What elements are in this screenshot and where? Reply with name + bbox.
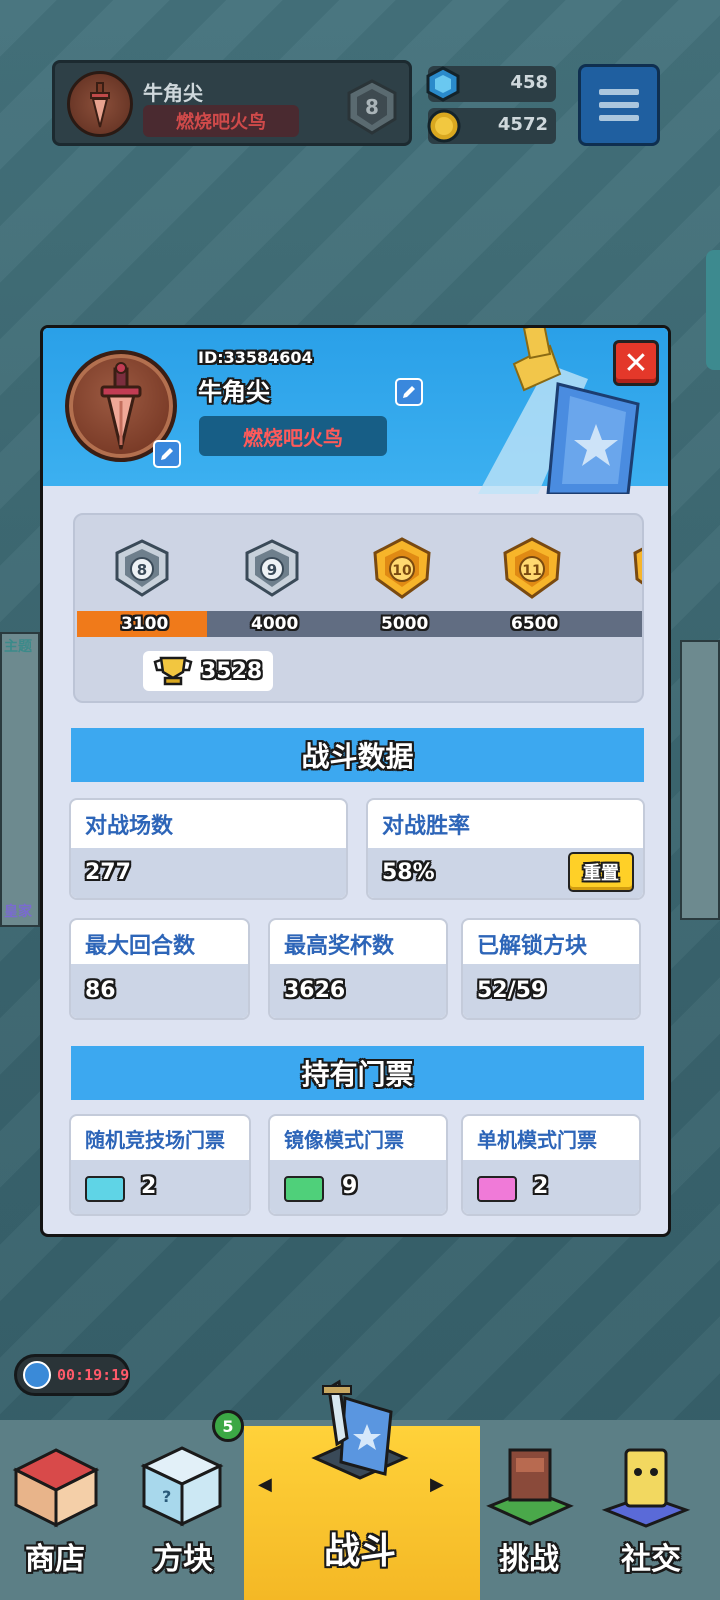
rank-10-badge-icon: 10 — [369, 535, 435, 601]
max-trophies-label: 最高奖杯数 — [284, 934, 395, 959]
mirror-ticket-icon — [284, 1176, 324, 1202]
clan-name-button[interactable]: 燃烧吧火鸟 — [199, 416, 387, 456]
battles-card: 对战场数 277 — [69, 798, 348, 900]
ticket-count-arena: 2 — [141, 1174, 157, 1199]
battles-value: 277 — [85, 860, 131, 885]
coin-count: 4572 — [497, 114, 548, 135]
unlocked-value: 52/59 — [477, 978, 547, 1003]
current-trophy-chip: 3528 — [143, 651, 273, 691]
topbar-player-name: 牛角尖 — [143, 81, 203, 105]
ticket-label-mirror: 镜像模式门票 — [284, 1128, 404, 1152]
nav-social[interactable]: 社交 — [596, 1440, 706, 1600]
hamburger-icon — [599, 89, 639, 95]
edit-avatar-icon[interactable] — [153, 440, 181, 468]
rank-8-level: 8 — [137, 561, 147, 579]
hamburger-line — [599, 102, 639, 108]
threshold-4000: 4000 — [251, 614, 299, 634]
nav-challenge[interactable]: 挑战 — [474, 1440, 584, 1600]
coin-counter[interactable]: 4572 — [427, 108, 556, 144]
nav-shop-label: 商店 — [25, 1542, 85, 1577]
rank-11-badge-icon: 11 — [499, 535, 565, 601]
rank-badge-icon: 8 — [341, 77, 403, 141]
ticket-card-solo: 单机模式门票 2 — [461, 1114, 641, 1216]
blocks-notification-badge: 5 — [212, 1410, 244, 1442]
nav-left-arrow-icon[interactable]: ◀ — [258, 1474, 272, 1495]
arena-ticket-icon — [85, 1176, 125, 1202]
rank-10-level: 10 — [392, 563, 412, 579]
player-id: ID:33584604 — [198, 348, 313, 367]
ticket-label-arena: 随机竞技场门票 — [85, 1128, 225, 1152]
nav-right-arrow-icon[interactable]: ▶ — [430, 1474, 444, 1495]
nav-blocks[interactable]: ? 方块 — [128, 1440, 238, 1600]
reset-button[interactable]: 重置 — [568, 852, 634, 892]
close-icon: ✕ — [623, 345, 649, 381]
profile-modal: ID:33584604 牛角尖 燃烧吧火鸟 ✕ 8 9 10 11 3100 4… — [40, 325, 671, 1237]
side-panel-left: 主题 皇家 — [0, 632, 40, 927]
svg-text:?: ? — [162, 1487, 171, 1506]
edit-name-icon[interactable] — [395, 378, 423, 406]
menu-button[interactable] — [578, 64, 660, 146]
ticket-card-arena: 随机竞技场门票 2 — [69, 1114, 251, 1216]
tickets-header: 持有门票 — [71, 1046, 644, 1100]
solo-ticket-icon — [477, 1176, 517, 1202]
ticket-card-mirror: 镜像模式门票 9 — [268, 1114, 448, 1216]
hamburger-line — [599, 115, 639, 121]
nav-social-label: 社交 — [621, 1542, 681, 1577]
nav-blocks-label: 方块 — [153, 1542, 213, 1577]
side-panel-right — [680, 640, 720, 920]
winrate-label: 对战胜率 — [382, 814, 471, 839]
threshold-3100: 3100 — [121, 614, 169, 634]
winrate-value: 58% — [382, 860, 435, 885]
nav-challenge-label: 挑战 — [499, 1542, 559, 1577]
close-button[interactable]: ✕ — [613, 340, 659, 386]
battle-shield-icon — [311, 1379, 409, 1480]
unlocked-blocks-card: 已解锁方块 52/59 — [461, 918, 641, 1020]
battles-label: 对战场数 — [85, 814, 174, 839]
side-left-label-bottom: 皇家 — [4, 904, 32, 920]
max-trophies-card: 最高奖杯数 3626 — [268, 918, 448, 1020]
topbar-profile-card[interactable]: 牛角尖 燃烧吧火鸟 8 — [52, 60, 412, 146]
nav-battle-label: 战斗 — [323, 1531, 396, 1572]
social-character-icon — [601, 1448, 691, 1528]
gem-counter[interactable]: 458 — [426, 66, 556, 102]
gem-count: 458 — [510, 72, 548, 93]
unlocked-label: 已解锁方块 — [477, 934, 588, 959]
rank-8-badge-icon: 8 — [109, 535, 175, 601]
ticket-count-solo: 2 — [533, 1174, 549, 1199]
profile-header: ID:33584604 牛角尖 燃烧吧火鸟 ✕ — [43, 328, 668, 496]
shop-icon — [12, 1448, 100, 1528]
challenge-signpost-icon — [486, 1448, 574, 1526]
block-icon: ? — [140, 1446, 224, 1527]
coin-icon — [426, 108, 462, 148]
threshold-5000: 5000 — [381, 614, 429, 634]
nav-shop[interactable]: 商店 — [0, 1440, 110, 1600]
rank-9-level: 9 — [267, 561, 277, 579]
sword-avatar-icon — [67, 71, 133, 137]
ticket-count-mirror: 9 — [342, 1174, 358, 1199]
ticket-label-solo: 单机模式门票 — [477, 1128, 597, 1152]
max-rounds-card: 最大回合数 86 — [69, 918, 250, 1020]
clock-icon — [23, 1361, 51, 1389]
gem-icon — [426, 66, 460, 106]
player-name: 牛角尖 — [198, 378, 270, 406]
event-timer[interactable]: 00:19:19 — [14, 1354, 130, 1396]
side-left-label: 主题 — [4, 639, 32, 655]
winrate-card: 对战胜率 58% 重置 — [366, 798, 645, 900]
rank-next-badge-icon — [629, 535, 642, 601]
rank-11-level: 11 — [522, 563, 541, 579]
max-rounds-label: 最大回合数 — [85, 934, 196, 959]
max-trophies-value: 3626 — [284, 978, 346, 1003]
topbar-rank-level: 8 — [365, 95, 379, 119]
nav-battle[interactable]: 战斗 — [300, 1378, 420, 1600]
trophy-icon — [153, 656, 193, 686]
trophy-road[interactable]: 8 9 10 11 3100 4000 5000 6500 3528 — [73, 513, 644, 703]
rank-9-badge-icon: 9 — [239, 535, 305, 601]
battle-stats-header: 战斗数据 — [71, 728, 644, 782]
side-tab-right[interactable] — [706, 250, 720, 370]
threshold-6500: 6500 — [511, 614, 559, 634]
topbar-clan-name: 燃烧吧火鸟 — [143, 105, 299, 137]
current-trophy-count: 3528 — [201, 658, 263, 684]
timer-text: 00:19:19 — [57, 1366, 130, 1384]
max-rounds-value: 86 — [85, 978, 116, 1003]
